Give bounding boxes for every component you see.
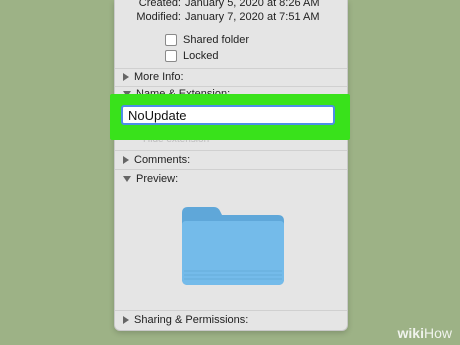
comments-section[interactable]: Comments: [123, 154, 190, 166]
divider [115, 150, 347, 151]
created-value: January 5, 2020 at 8:26 AM [185, 0, 320, 9]
modified-row: Modified: January 7, 2020 at 7:51 AM [125, 11, 320, 23]
disclosure-triangle-icon[interactable] [123, 156, 129, 164]
modified-label: Modified: [136, 11, 181, 23]
divider [115, 169, 347, 170]
checkbox-box[interactable] [165, 34, 177, 46]
info-panel: Created: January 5, 2020 at 8:26 AM Modif… [114, 0, 348, 331]
more-info-label: More Info: [134, 71, 184, 83]
disclosure-triangle-icon[interactable] [123, 176, 131, 182]
folder-icon [182, 207, 284, 285]
shared-folder-label: Shared folder [183, 34, 250, 46]
locked-checkbox[interactable]: Locked [165, 49, 218, 63]
divider [115, 86, 347, 87]
checkbox-box[interactable] [165, 50, 177, 62]
preview-section[interactable]: Preview: [123, 173, 178, 185]
preview-label: Preview: [136, 173, 179, 185]
more-info-section[interactable]: More Info: [123, 71, 184, 83]
sharing-permissions-section[interactable]: Sharing & Permissions: [123, 314, 248, 326]
disclosure-triangle-icon[interactable] [123, 316, 129, 324]
divider [115, 68, 347, 69]
created-label: Created: [138, 0, 181, 9]
shared-folder-checkbox[interactable]: Shared folder [165, 33, 249, 47]
watermark-how: How [423, 325, 452, 341]
watermark-wiki: wiki [397, 325, 424, 341]
watermark: wikiHow [398, 325, 452, 341]
sharing-permissions-label: Sharing & Permissions: [134, 314, 249, 326]
disclosure-triangle-icon[interactable] [123, 73, 129, 81]
modified-value: January 7, 2020 at 7:51 AM [185, 11, 320, 23]
created-row: Created: January 5, 2020 at 8:26 AM [125, 0, 320, 9]
name-field[interactable] [121, 105, 335, 125]
locked-label: Locked [183, 50, 219, 62]
divider [115, 310, 347, 311]
comments-label: Comments: [134, 154, 191, 166]
